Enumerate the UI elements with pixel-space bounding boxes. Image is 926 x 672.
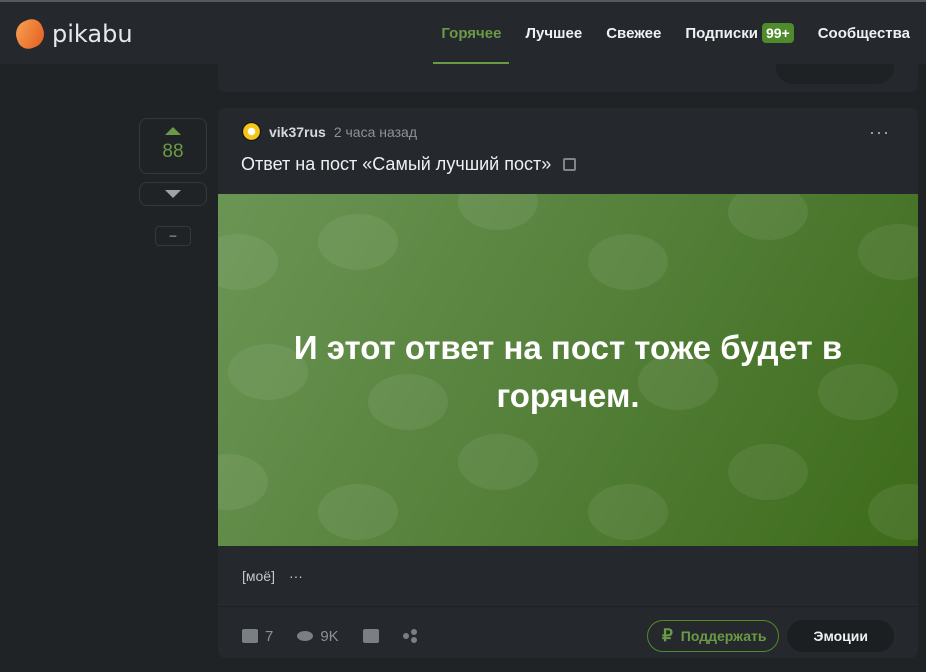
tags: [моё] ···: [242, 568, 303, 584]
upvote-button[interactable]: 88: [139, 118, 207, 174]
nav-label: Свежее: [606, 24, 662, 42]
eye-icon: [297, 631, 314, 641]
post-meta: vik37rus 2 часа назад: [242, 122, 417, 141]
comments-count: 7: [265, 627, 274, 645]
logo-text: pikabu: [52, 20, 133, 48]
rating-count: 88: [162, 141, 184, 162]
external-link-icon[interactable]: [563, 158, 577, 171]
nav-communities[interactable]: Сообщества: [818, 2, 910, 64]
nav-label: Лучшее: [525, 24, 583, 42]
arrow-down-icon: [165, 190, 181, 198]
nav-label: Подписки: [685, 24, 758, 42]
nav-fresh[interactable]: Свежее: [606, 2, 661, 64]
save-icon: [362, 629, 379, 643]
main-nav: Горячее Лучшее Свежее Подписки 99+ Сообще…: [433, 2, 910, 64]
support-label: Поддержать: [680, 628, 767, 644]
divider: [218, 606, 918, 607]
comments-button[interactable]: 7: [242, 628, 273, 645]
nav-label: Сообщества: [817, 24, 910, 42]
save-button[interactable]: [362, 629, 379, 643]
post-time: 2 часа назад: [333, 123, 417, 140]
image-caption: И этот ответ на пост тоже будет в горяче…: [293, 329, 843, 414]
subscriptions-badge: 99+: [761, 23, 794, 43]
more-tags-button[interactable]: ···: [289, 568, 303, 584]
arrow-up-icon: [165, 127, 181, 135]
share-button[interactable]: [402, 629, 417, 643]
post-title-text: Ответ на пост «Самый лучший пост»: [241, 154, 552, 174]
post-footer: 7 9K ₽ Поддержать Эмоции: [242, 618, 894, 654]
nav-hot[interactable]: Горячее: [433, 2, 510, 64]
hide-post-button[interactable]: –: [155, 226, 191, 246]
author-link[interactable]: vik37rus: [269, 124, 326, 140]
nav-subscriptions[interactable]: Подписки 99+: [685, 2, 794, 64]
comment-icon: [242, 629, 258, 643]
tag[interactable]: [моё]: [242, 568, 275, 584]
views: 9K: [297, 627, 339, 645]
post-image[interactable]: И этот ответ на пост тоже будет в горяче…: [218, 194, 918, 546]
post-title[interactable]: Ответ на пост «Самый лучший пост»: [241, 154, 577, 175]
more-options-button[interactable]: ···: [869, 122, 890, 143]
vote-panel: 88 –: [139, 118, 207, 246]
nav-label: Горячее: [441, 24, 502, 42]
avatar[interactable]: [242, 122, 261, 141]
support-button[interactable]: ₽ Поддержать: [646, 620, 780, 652]
emotions-label: Эмоции: [813, 628, 868, 644]
logo-icon: [12, 16, 48, 52]
ruble-icon: ₽: [661, 626, 673, 645]
views-count: 9K: [320, 627, 339, 645]
share-icon: [402, 629, 417, 643]
downvote-button[interactable]: [139, 182, 207, 206]
nav-best[interactable]: Лучшее: [525, 2, 582, 64]
logo[interactable]: pikabu: [12, 16, 133, 52]
post-card: vik37rus 2 часа назад ··· Ответ на пост «…: [218, 108, 918, 658]
header: pikabu Горячее Лучшее Свежее Подписки 99+…: [0, 2, 926, 64]
emotions-button[interactable]: Эмоции: [787, 620, 894, 652]
